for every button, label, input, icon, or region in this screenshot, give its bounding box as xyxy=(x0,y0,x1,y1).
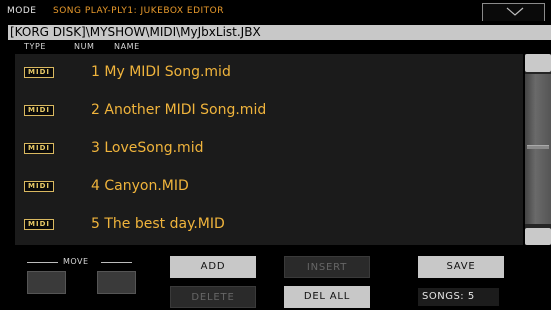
page-menu-button[interactable] xyxy=(482,3,545,21)
songs-count: SONGS: 5 xyxy=(422,291,475,302)
delete-all-button[interactable]: DEL ALL xyxy=(284,286,370,308)
scrollbar-grip xyxy=(527,145,549,149)
song-entry: 2 Another MIDI Song.mid xyxy=(91,102,266,118)
delete-button[interactable]: DELETE xyxy=(170,286,256,308)
move-down-button[interactable] xyxy=(97,271,136,294)
chevron-down-icon xyxy=(506,7,524,16)
list-item[interactable]: MIDI 2 Another MIDI Song.mid xyxy=(15,92,523,130)
song-entry: 4 Canyon.MID xyxy=(91,178,189,194)
page-title: SONG PLAY-PLY1: JUKEBOX EDITOR xyxy=(53,6,224,16)
song-number: 1 xyxy=(91,64,100,80)
move-label: MOVE xyxy=(63,257,89,266)
song-name: My MIDI Song.mid xyxy=(104,64,231,80)
save-button[interactable]: SAVE xyxy=(418,256,504,278)
song-entry: 5 The best day.MID xyxy=(91,216,225,232)
midi-type-badge: MIDI xyxy=(24,67,54,78)
song-entry: 3 LoveSong.mid xyxy=(91,140,203,156)
list-item[interactable]: MIDI 3 LoveSong.mid xyxy=(15,130,523,168)
move-divider-right xyxy=(101,262,132,263)
scroll-down-button[interactable] xyxy=(525,228,551,245)
file-path: [KORG DISK]\MYSHOW\MIDI\MyJbxList.JBX xyxy=(10,25,261,39)
song-name: Canyon.MID xyxy=(104,178,189,194)
song-entry: 1 My MIDI Song.mid xyxy=(91,64,231,80)
song-number: 4 xyxy=(91,178,100,194)
song-number: 3 xyxy=(91,140,100,156)
song-number: 2 xyxy=(91,102,100,118)
scrollbar-thumb[interactable] xyxy=(525,74,551,224)
title-bar: MODE SONG PLAY-PLY1: JUKEBOX EDITOR xyxy=(0,0,551,24)
move-up-button[interactable] xyxy=(27,271,66,294)
column-header-num: NUM xyxy=(74,42,95,51)
path-bar: [KORG DISK]\MYSHOW\MIDI\MyJbxList.JBX xyxy=(8,25,551,40)
midi-type-badge: MIDI xyxy=(24,219,54,230)
column-header-name: NAME xyxy=(114,42,140,51)
list-item[interactable]: MIDI 5 The best day.MID xyxy=(15,206,523,244)
midi-type-badge: MIDI xyxy=(24,181,54,192)
list-item[interactable]: MIDI 1 My MIDI Song.mid xyxy=(15,54,523,92)
insert-button[interactable]: INSERT xyxy=(284,256,370,278)
song-name: The best day.MID xyxy=(104,216,225,232)
list-item[interactable]: MIDI 4 Canyon.MID xyxy=(15,168,523,206)
add-button[interactable]: ADD xyxy=(170,256,256,278)
song-name: LoveSong.mid xyxy=(104,140,204,156)
midi-type-badge: MIDI xyxy=(24,105,54,116)
scroll-up-button[interactable] xyxy=(525,54,551,72)
mode-label: MODE xyxy=(7,6,37,16)
song-number: 5 xyxy=(91,216,100,232)
song-list: MIDI 1 My MIDI Song.mid MIDI 2 Another M… xyxy=(15,54,523,245)
songs-count-display: SONGS: 5 xyxy=(418,288,499,306)
midi-type-badge: MIDI xyxy=(24,143,54,154)
move-divider-left xyxy=(27,262,58,263)
column-header-type: TYPE xyxy=(24,42,47,51)
song-name: Another MIDI Song.mid xyxy=(104,102,267,118)
